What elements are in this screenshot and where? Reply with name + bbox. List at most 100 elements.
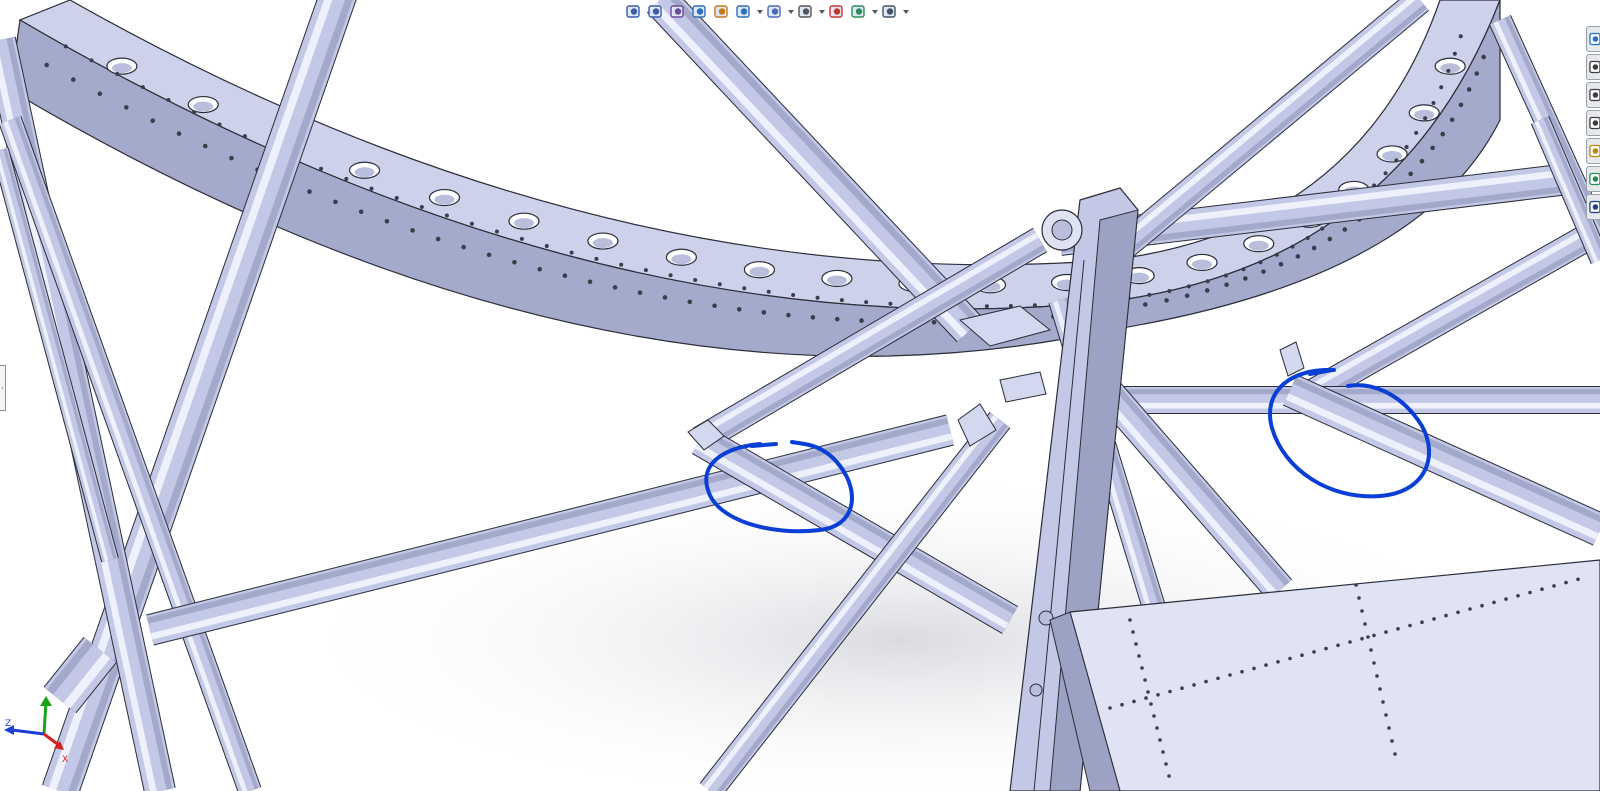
rivet (864, 300, 869, 305)
rivet (1320, 226, 1325, 231)
rivet (1552, 584, 1556, 588)
dynamic-annotation-button[interactable] (712, 2, 732, 22)
hide-show-items-menu-caret[interactable] (818, 2, 825, 22)
reference-triad: Z X (4, 696, 70, 766)
rivet (1439, 85, 1444, 90)
rivet (1576, 577, 1580, 582)
rivet (394, 195, 399, 200)
section-view-button[interactable] (690, 2, 710, 22)
file-explorer-tab[interactable] (1586, 110, 1600, 136)
view-orientation-button[interactable] (734, 2, 754, 22)
feature-manager-collapse-handle[interactable]: › (0, 365, 6, 411)
rivet (202, 143, 208, 149)
rivet (1300, 653, 1304, 657)
view-settings-menu-caret[interactable] (902, 2, 909, 22)
rivet (1383, 171, 1388, 176)
rivet (1161, 750, 1165, 754)
zoom-to-fit-icon (626, 5, 640, 18)
rivet (1167, 774, 1171, 778)
rivet (1492, 600, 1496, 605)
rivet (1184, 293, 1190, 298)
rivet (486, 252, 492, 258)
apply-scene-button[interactable] (849, 2, 869, 22)
resources-tab[interactable] (1586, 26, 1600, 52)
view-palette-tab[interactable] (1586, 138, 1600, 164)
rivet (1468, 607, 1472, 611)
rivet (1390, 739, 1394, 743)
rivet (1311, 245, 1317, 251)
triad-z-axis (11, 728, 45, 736)
rivet (1131, 630, 1135, 634)
rivet (344, 176, 349, 181)
rivet (71, 77, 76, 82)
rivet (1241, 267, 1246, 272)
design-library-tab[interactable] (1586, 82, 1600, 108)
rivet (176, 131, 182, 136)
resources-icon (1589, 32, 1600, 46)
rivet (166, 97, 171, 102)
rivet (1167, 288, 1172, 293)
rivet (1480, 603, 1484, 608)
triad-y-arrow (40, 696, 52, 706)
chevron-down-icon (787, 10, 794, 14)
rivet (494, 229, 499, 234)
display-style-menu-caret[interactable] (787, 2, 794, 22)
dynamic-annotation-icon (714, 5, 728, 18)
rivet (242, 134, 247, 139)
rivet (1156, 693, 1160, 697)
display-style-icon (767, 5, 781, 18)
rivet (1228, 673, 1232, 677)
rivet (766, 289, 771, 294)
rivet (1375, 674, 1379, 678)
rivet (839, 298, 844, 303)
rivet (984, 304, 989, 309)
home-icon (1589, 60, 1600, 74)
rivet (717, 282, 722, 287)
previous-view-button[interactable] (668, 2, 688, 22)
zoom-to-fit-button[interactable] (624, 2, 644, 22)
rivet (97, 91, 103, 97)
rivet (358, 209, 364, 215)
rivet (1430, 145, 1435, 151)
hide-show-items-button[interactable] (796, 2, 816, 22)
rivet (1140, 666, 1144, 670)
rivet (419, 204, 424, 209)
triad-x-label: X (62, 755, 68, 765)
rivet (1312, 650, 1316, 654)
display-style-button[interactable] (765, 2, 785, 22)
rivet (1224, 282, 1229, 288)
rivet (1540, 587, 1544, 591)
rivet (687, 299, 693, 305)
rivet (307, 189, 312, 194)
rivet (1378, 687, 1382, 691)
task-pane-tabs (1586, 26, 1600, 220)
graphics-area[interactable] (0, 0, 1600, 791)
rivet (1408, 171, 1413, 177)
edit-appearance-button[interactable] (827, 2, 847, 22)
view-orientation-menu-caret[interactable] (756, 2, 763, 22)
rivet (1261, 269, 1266, 274)
rivet (693, 277, 698, 282)
rivet (435, 236, 441, 242)
rivet (1394, 158, 1399, 163)
custom-properties-tab[interactable] (1586, 194, 1600, 220)
rivet (587, 279, 593, 285)
zoom-to-area-button[interactable] (646, 2, 666, 22)
home-tab[interactable] (1586, 54, 1600, 80)
rivet (1192, 683, 1196, 687)
previous-view-icon (670, 5, 684, 18)
rivet (1186, 284, 1191, 289)
rivet (1143, 678, 1147, 682)
rivet (1354, 583, 1358, 587)
rivet (1305, 235, 1310, 240)
rivet (191, 110, 196, 115)
rivet (1205, 279, 1210, 284)
rivet (1423, 116, 1428, 121)
view-settings-button[interactable] (880, 2, 900, 22)
rivet (333, 199, 338, 205)
triad-y-axis (42, 701, 48, 735)
rivet (712, 303, 717, 309)
appearances-tab[interactable] (1586, 166, 1600, 192)
apply-scene-menu-caret[interactable] (871, 2, 878, 22)
rivet (1216, 676, 1220, 681)
